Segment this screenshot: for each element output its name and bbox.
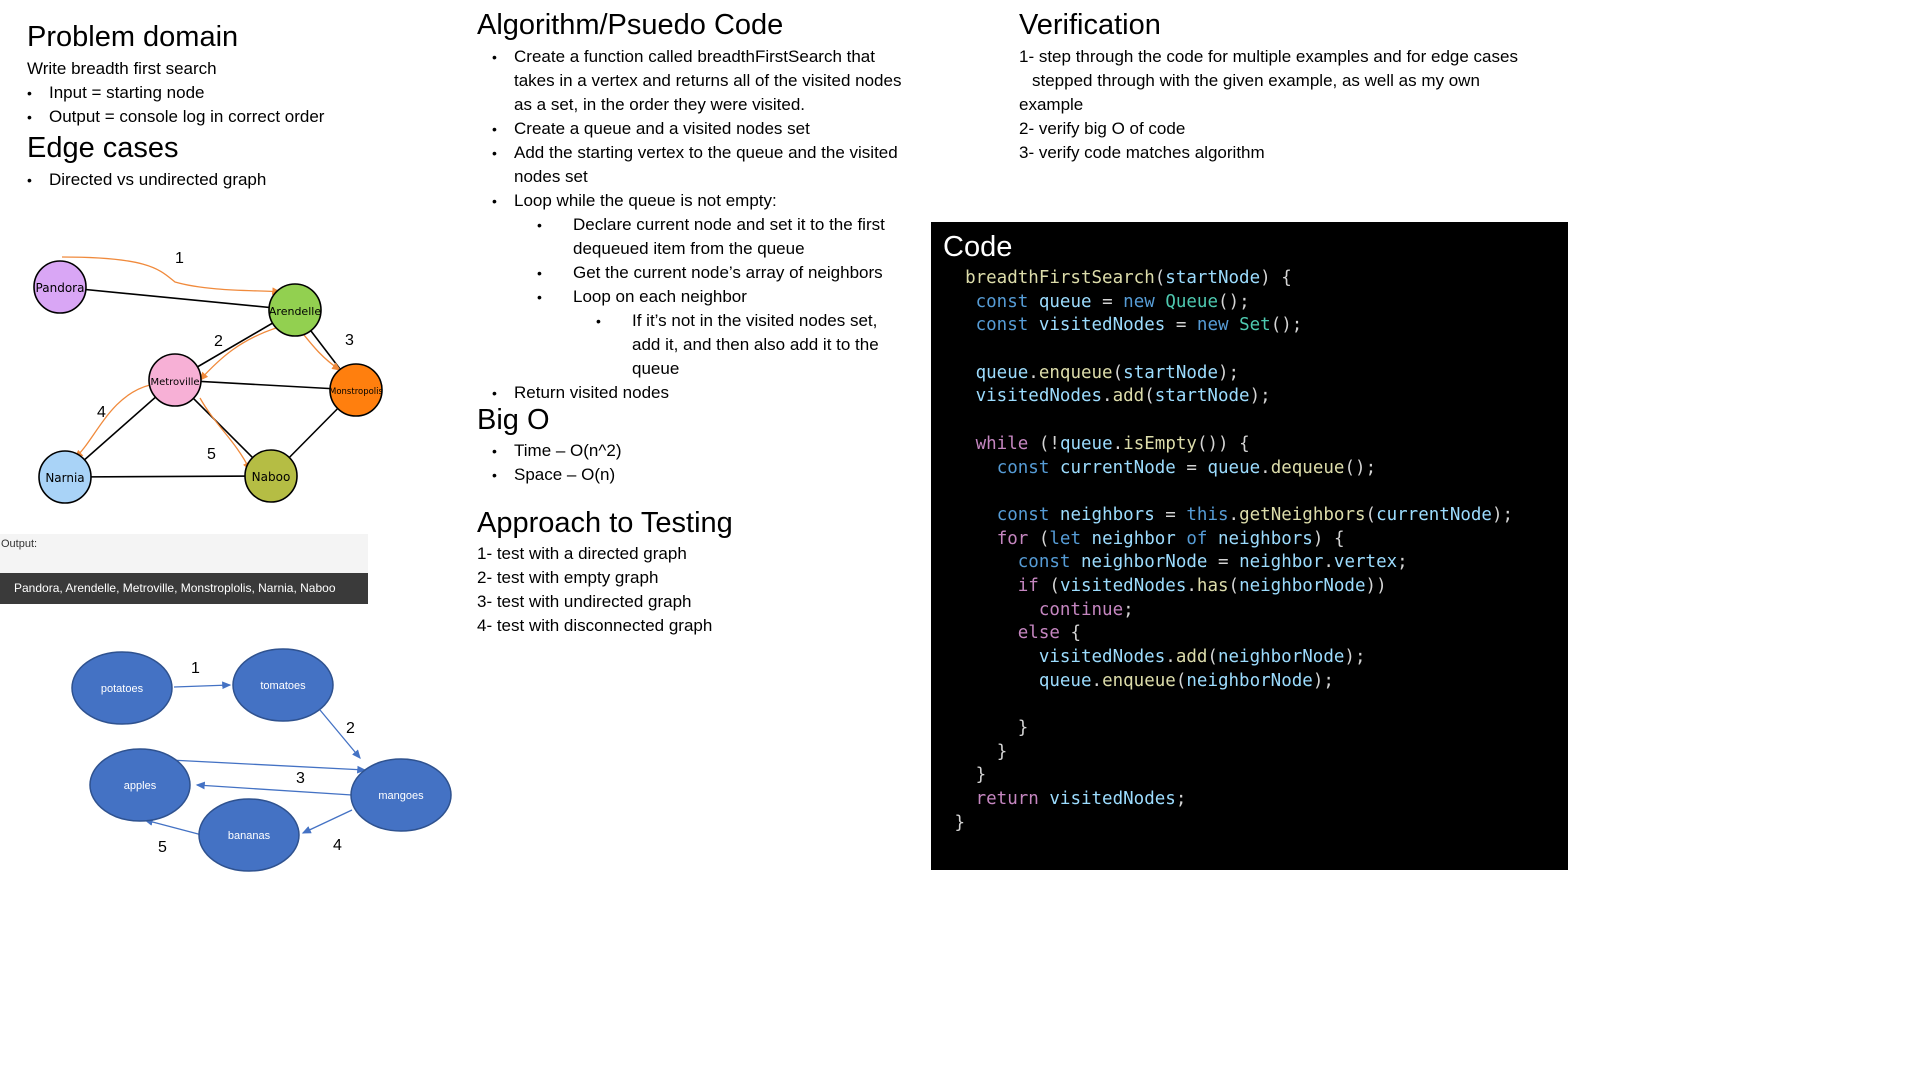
node-label: tomatoes xyxy=(260,680,306,692)
edge xyxy=(169,759,367,774)
testing-item: 2- test with empty graph xyxy=(477,568,659,587)
code-line: breadthFirstSearch(startNode) { xyxy=(965,268,1292,288)
graph-diagram-produce: potatoes tomatoes mangoes apples bananas… xyxy=(71,648,452,872)
testing-item: 1- test with a directed graph xyxy=(477,544,687,563)
edge xyxy=(195,781,353,796)
node-label: Monstropolis xyxy=(329,387,384,397)
code-line: continue; xyxy=(1038,599,1134,620)
step-label: 1 xyxy=(175,250,184,267)
algorithm-subsubstep: • If it’s not in the visited nodes set, a… xyxy=(596,311,879,378)
big-o-item: • Space – O(n) xyxy=(492,465,616,484)
node-label: Narnia xyxy=(45,471,84,485)
big-o-item: • Time – O(n^2) xyxy=(492,441,622,460)
step-label: 5 xyxy=(207,446,216,463)
code-line: return visitedNodes; xyxy=(975,789,1187,810)
edge xyxy=(301,809,353,834)
problem-description: Write breadth first search xyxy=(27,59,217,78)
code-line: } xyxy=(1017,718,1029,739)
problem-bullets: • Input = starting node • Output = console… xyxy=(27,81,325,129)
traversal-arrow xyxy=(74,384,151,459)
traversal-arrow xyxy=(199,327,277,381)
node-label: bananas xyxy=(228,830,271,842)
node-label: potatoes xyxy=(101,683,144,695)
node-label: Naboo xyxy=(252,470,291,484)
code-line: } xyxy=(975,765,987,786)
code-block: breadthFirstSearch(startNode) { const qu… xyxy=(944,267,1514,836)
code-title: Code xyxy=(943,231,1013,263)
step-label: 4 xyxy=(97,404,106,421)
step-label: 5 xyxy=(158,839,167,856)
problem-bullet: • Output = console log in correct order xyxy=(27,107,325,126)
algorithm-list: • Create a function called breadthFirstSe… xyxy=(492,45,914,405)
node-label: apples xyxy=(124,780,157,792)
algorithm-substep: • Loop on each neighbor xyxy=(537,287,747,306)
edge-case-bullets: • Directed vs undirected graph xyxy=(27,168,267,192)
algorithm-step: • Add the starting vertex to the queue an… xyxy=(492,143,898,186)
algorithm-step: • Return visited nodes xyxy=(492,383,669,402)
step-label: 3 xyxy=(345,332,354,349)
code-line: const queue = new Queue(); xyxy=(975,291,1250,312)
algorithm-title: Algorithm/Psuedo Code xyxy=(477,9,784,41)
verification-list: 1- step through the code for multiple ex… xyxy=(1019,45,1559,165)
big-o-list: • Time – O(n^2) • Space – O(n) xyxy=(492,439,622,487)
edge xyxy=(173,681,232,690)
testing-title: Approach to Testing xyxy=(477,507,733,539)
code-line: const neighbors = this.getNeighbors(curr… xyxy=(996,504,1514,525)
verification-title: Verification xyxy=(1019,9,1161,41)
testing-list: 1- test with a directed graph 2- test wi… xyxy=(477,542,712,638)
code-line: for (let neighbor of neighbors) { xyxy=(996,528,1345,549)
edge-cases-title: Edge cases xyxy=(27,132,179,164)
code-line: queue.enqueue(startNode); xyxy=(975,362,1240,383)
code-line: visitedNodes.add(startNode); xyxy=(975,386,1271,407)
edge xyxy=(64,475,272,478)
step-label: 2 xyxy=(346,720,355,737)
big-o-title: Big O xyxy=(477,404,550,436)
traversal-arrow xyxy=(61,256,282,296)
edge-case-bullet: • Directed vs undirected graph xyxy=(27,170,267,189)
node-label: Metroville xyxy=(150,377,199,388)
algorithm-step: • Create a function called breadthFirstSe… xyxy=(492,47,902,114)
testing-item: 4- test with disconnected graph xyxy=(477,616,713,635)
output-label: Output: xyxy=(1,538,38,550)
code-line: else { xyxy=(1017,623,1082,644)
step-label: 2 xyxy=(214,333,223,350)
testing-item: 3- test with undirected graph xyxy=(477,592,692,611)
code-line: } xyxy=(954,812,966,833)
problem-domain-title: Problem domain xyxy=(27,21,239,53)
node-label: Pandora xyxy=(36,281,85,295)
node-label: Arendelle xyxy=(269,305,321,318)
code-line: visitedNodes.add(neighborNode); xyxy=(1038,647,1366,667)
edge xyxy=(143,818,203,836)
step-label: 1 xyxy=(191,660,200,677)
node-label: mangoes xyxy=(378,790,424,802)
traversal-arrow xyxy=(299,329,342,371)
algorithm-step: • Loop while the queue is not empty: xyxy=(492,191,777,210)
code-line: if (visitedNodes.has(neighborNode)) xyxy=(1017,575,1387,596)
graph-diagram-cities: Pandora Arendelle Metroville Monstropoli… xyxy=(33,250,384,504)
output-bar: Pandora, Arendelle, Metroville, Monstrop… xyxy=(0,573,368,604)
code-line: const neighborNode = neighbor.vertex; xyxy=(1017,552,1408,573)
verification-item: 2- verify big O of code xyxy=(1019,119,1186,138)
step-label: 4 xyxy=(333,837,342,854)
algorithm-substep: • Get the current node’s array of neighbo… xyxy=(537,263,883,282)
algorithm-step: • Create a queue and a visited nodes set xyxy=(492,119,810,138)
output-value: Pandora, Arendelle, Metroville, Monstrop… xyxy=(14,581,336,595)
step-label: 3 xyxy=(296,770,305,787)
verification-item: 3- verify code matches algorithm xyxy=(1019,143,1265,162)
algorithm-substep: • Declare current node and set it to the … xyxy=(537,215,885,258)
code-line: const currentNode = queue.dequeue(); xyxy=(996,457,1377,478)
code-line: } xyxy=(996,741,1008,762)
code-line: while (!queue.isEmpty()) { xyxy=(975,433,1250,454)
problem-bullet: • Input = starting node xyxy=(27,83,205,102)
code-line: const visitedNodes = new Set(); xyxy=(975,315,1303,336)
verification-item: example xyxy=(1019,95,1084,114)
code-line: queue.enqueue(neighborNode); xyxy=(1038,670,1334,691)
output-label-box: Output: xyxy=(0,534,368,574)
verification-item: 1- step through the code for multiple ex… xyxy=(1019,47,1518,66)
verification-item: stepped through with the given example, … xyxy=(1032,71,1480,90)
